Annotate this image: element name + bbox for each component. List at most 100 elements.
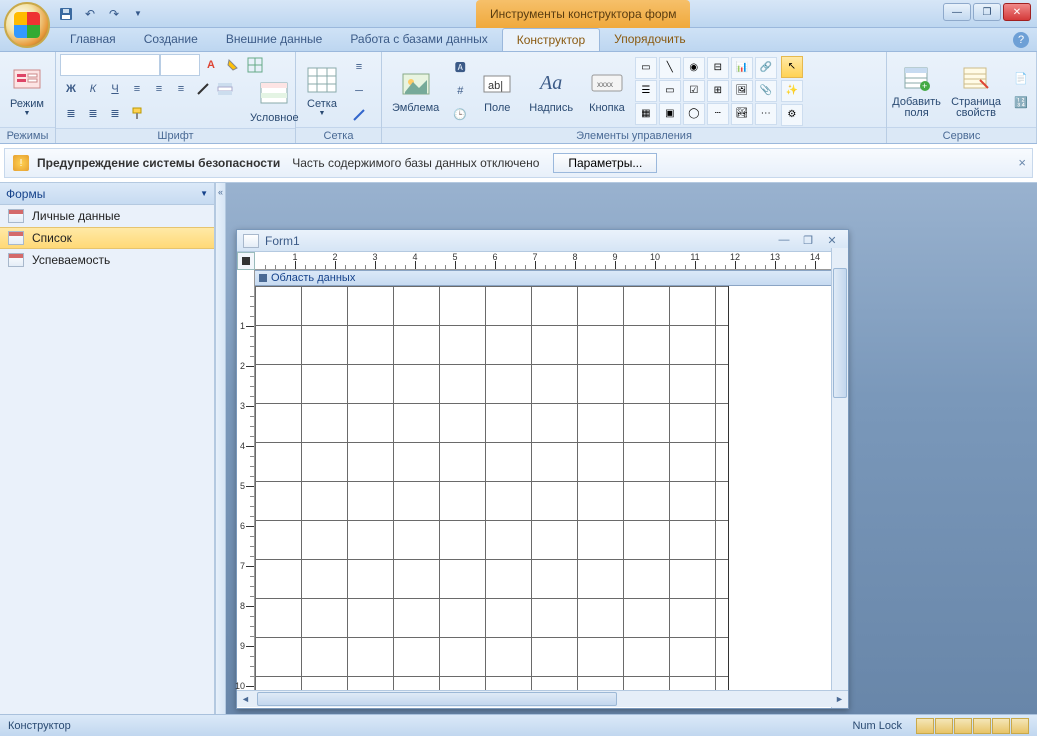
close-icon[interactable]: × [1018, 155, 1026, 170]
nav-pane-toggle[interactable]: « [215, 183, 226, 718]
align-center-alt[interactable]: ≣ [82, 102, 104, 124]
tab-arrange[interactable]: Упорядочить [600, 28, 699, 51]
font-color-button[interactable]: A [200, 54, 222, 76]
tab-home[interactable]: Главная [56, 28, 130, 51]
security-options-button[interactable]: Параметры... [553, 153, 657, 173]
title-button[interactable]: 🅰 [449, 56, 471, 78]
help-icon[interactable]: ? [1013, 32, 1029, 48]
chevron-down-icon[interactable]: ▼ [200, 189, 208, 198]
nav-item-list[interactable]: Список [0, 227, 214, 249]
font-family-combo[interactable] [60, 54, 160, 76]
undo-icon[interactable]: ↶ [80, 4, 100, 24]
detail-section-header[interactable]: Область данных [255, 270, 848, 286]
design-surface[interactable] [255, 286, 848, 690]
tab-designer[interactable]: Конструктор [502, 28, 600, 51]
nav-pane-header[interactable]: Формы ▼ [0, 183, 214, 205]
option-group-icon[interactable]: ◉ [683, 57, 705, 79]
pagenum-button[interactable]: # [449, 80, 471, 102]
svg-text:xxxx: xxxx [597, 80, 613, 89]
horizontal-ruler[interactable]: 1234567891011121314 [255, 252, 831, 270]
option-button-icon[interactable]: ◯ [683, 103, 705, 125]
font-size-combo[interactable] [160, 54, 200, 76]
emblem-button[interactable]: Эмблема [386, 66, 445, 116]
pivot-chart-view-icon[interactable] [973, 718, 991, 734]
save-icon[interactable] [56, 4, 76, 24]
view-button[interactable]: Режим ▼ [4, 62, 50, 119]
datasheet-view-icon[interactable] [935, 718, 953, 734]
align-center-button[interactable]: ≡ [148, 78, 170, 100]
line-color-alt-button[interactable] [348, 104, 370, 126]
button-control[interactable]: xxxx Кнопка [583, 66, 631, 116]
scroll-right-icon[interactable]: ► [831, 691, 848, 707]
page-break-icon[interactable]: ┄ [707, 103, 729, 125]
line-icon[interactable]: ╲ [659, 57, 681, 79]
list-box-icon[interactable]: ☰ [635, 80, 657, 102]
toggle-button-icon[interactable]: ⊟ [707, 57, 729, 79]
fill-color-button[interactable] [222, 54, 244, 76]
more-controls-icon[interactable]: ⋯ [755, 103, 777, 125]
hyperlink-icon[interactable]: 🔗 [755, 57, 777, 79]
code-button[interactable]: 📄 [1010, 68, 1032, 90]
altrow-color-button[interactable] [214, 78, 236, 100]
minimize-button[interactable]: — [943, 3, 971, 21]
tab-external-data[interactable]: Внешние данные [212, 28, 337, 51]
textbox-button[interactable]: ab| Поле [475, 66, 519, 116]
bound-frame-icon[interactable]: ▣ [659, 103, 681, 125]
horizontal-scrollbar[interactable]: ◄ ► [237, 690, 848, 707]
form-minimize-button[interactable]: — [774, 234, 794, 248]
form-title-bar[interactable]: Form1 — ❐ ✕ [237, 230, 848, 252]
vertical-scrollbar[interactable] [831, 248, 848, 708]
activex-icon[interactable]: ⚙ [781, 104, 803, 126]
qat-dropdown-icon[interactable]: ▼ [128, 4, 148, 24]
underline-button[interactable]: Ч [104, 78, 126, 100]
combo-box-icon[interactable]: ▭ [635, 57, 657, 79]
pivot-table-view-icon[interactable] [954, 718, 972, 734]
redo-icon[interactable]: ↷ [104, 4, 124, 24]
datetime-button[interactable]: 🕒 [449, 104, 471, 126]
tab-order-button[interactable]: 🔢 [1010, 92, 1032, 114]
format-painter-button[interactable] [126, 102, 148, 124]
unbound-frame-icon[interactable]: 🖼 [731, 80, 753, 102]
nav-item-progress[interactable]: Успеваемость [0, 249, 214, 271]
gridlines-button[interactable]: Сетка ▼ [300, 62, 344, 119]
property-sheet-button[interactable]: Страница свойств [946, 61, 1006, 121]
form-close-button[interactable]: ✕ [822, 234, 842, 248]
align-right-button[interactable]: ≡ [170, 78, 192, 100]
scrollbar-thumb[interactable] [257, 692, 617, 706]
conditional-button[interactable]: Условное [244, 56, 305, 142]
design-view-icon[interactable] [1011, 718, 1029, 734]
subform-icon[interactable]: ▦ [635, 103, 657, 125]
bold-button[interactable]: Ж [60, 78, 82, 100]
form-selector[interactable] [237, 252, 255, 270]
scroll-left-icon[interactable]: ◄ [237, 691, 254, 707]
vertical-ruler[interactable]: 12345678910 [237, 270, 255, 690]
rectangle-icon[interactable]: ▭ [659, 80, 681, 102]
form-icon [8, 253, 24, 267]
italic-button[interactable]: К [82, 78, 104, 100]
tab-create[interactable]: Создание [130, 28, 212, 51]
select-tool-icon[interactable]: ↖ [781, 56, 803, 78]
chart-icon[interactable]: 📊 [731, 57, 753, 79]
line-color-button[interactable] [192, 78, 214, 100]
align-left-button[interactable]: ≡ [126, 78, 148, 100]
label-button[interactable]: Aa Надпись [523, 66, 579, 116]
form-restore-button[interactable]: ❐ [798, 234, 818, 248]
form-view-icon[interactable] [916, 718, 934, 734]
tab-database-tools[interactable]: Работа с базами данных [336, 28, 501, 51]
align-left-alt[interactable]: ≣ [60, 102, 82, 124]
add-fields-button[interactable]: + Добавить поля [891, 61, 942, 121]
close-button[interactable]: ✕ [1003, 3, 1031, 21]
nav-item-personal-data[interactable]: Личные данные [0, 205, 214, 227]
tab-control-icon[interactable]: ⊞ [707, 80, 729, 102]
scrollbar-thumb[interactable] [833, 268, 847, 398]
image-icon[interactable]: 🏞 [731, 103, 753, 125]
maximize-button[interactable]: ❐ [973, 3, 1001, 21]
layout-view-icon[interactable] [992, 718, 1010, 734]
line-style-button[interactable]: ─ [348, 80, 370, 102]
align-right-alt[interactable]: ≣ [104, 102, 126, 124]
line-width-button[interactable]: ≡ [348, 56, 370, 78]
checkbox-icon[interactable]: ☑ [683, 80, 705, 102]
attachment-icon[interactable]: 📎 [755, 80, 777, 102]
control-wizards-icon[interactable]: ✨ [781, 80, 803, 102]
office-button[interactable] [4, 2, 50, 48]
